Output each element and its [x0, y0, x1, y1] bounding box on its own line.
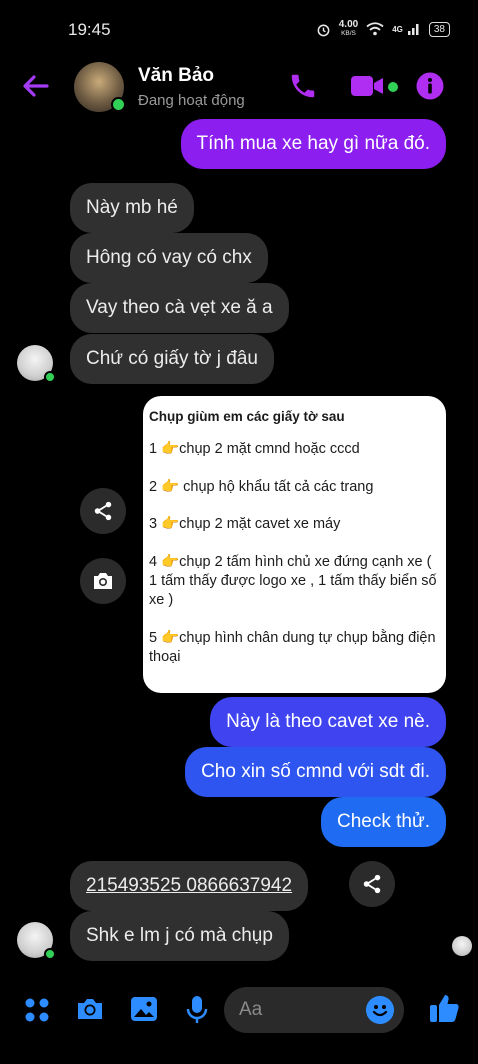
camera-icon: [78, 999, 102, 1019]
phone-icon: [291, 74, 315, 98]
info-icon: [416, 72, 444, 100]
video-online-dot: [388, 82, 398, 92]
message-bubble[interactable]: Này là theo cavet xe nè.: [210, 697, 446, 747]
message-bubble[interactable]: Này mb hé: [70, 183, 194, 233]
gallery-button[interactable]: [130, 996, 158, 1027]
online-indicator: [111, 97, 126, 112]
share-button[interactable]: [80, 488, 126, 534]
video-call-button[interactable]: [350, 73, 386, 104]
avatar[interactable]: [74, 62, 126, 112]
status-time: 19:45: [68, 20, 111, 39]
network-type: 4G: [392, 24, 403, 34]
back-arrow-icon: [23, 75, 49, 97]
signal-icon: [407, 24, 419, 35]
message-bubble[interactable]: Shk e lm j có mà chụp: [70, 911, 289, 961]
attachment-line: 1 👉chụp 2 mặt cmnd hoặc cccd: [149, 441, 360, 457]
seen-receipt-avatar: [452, 936, 472, 956]
like-button[interactable]: [428, 992, 460, 1029]
share-button[interactable]: [349, 861, 395, 907]
voice-button[interactable]: [186, 995, 208, 1030]
call-button[interactable]: [288, 70, 318, 107]
network-speed: 4.00 KB/S: [339, 20, 358, 38]
share-icon: [94, 501, 112, 521]
attachment-line: 4 👉chụp 2 tấm hình chủ xe đứng cạnh xe (…: [149, 554, 437, 608]
attachment-line: 3 👉chụp 2 mặt cavet xe máy: [149, 516, 341, 532]
message-input[interactable]: Aa: [224, 987, 404, 1033]
contact-status: Đang hoạt động: [138, 92, 245, 109]
message-bubble[interactable]: Vay theo cà vẹt xe ă a: [70, 283, 289, 333]
attachment-title: Chụp giùm em các giấy tờ sau: [149, 409, 345, 424]
apps-button[interactable]: [24, 997, 50, 1028]
message-bubble[interactable]: 215493525 0866637942: [70, 861, 309, 911]
apps-icon: [25, 998, 49, 1022]
message-bubble[interactable]: Chứ có giấy tờ j đâu: [70, 334, 274, 384]
contact-avatar-small[interactable]: [17, 922, 56, 960]
attachment-line: 5 👉chụp hình chân dung tự chụp bằng điện…: [149, 630, 436, 665]
message-bubble[interactable]: Tính mua xe hay gì nữa đó.: [180, 119, 446, 169]
status-icons: 4.00 KB/S 4G 38: [316, 20, 450, 38]
wifi-icon: [366, 22, 384, 36]
image-attachment[interactable]: Chụp giùm em các giấy tờ sau 1 👉chụp 2 m…: [143, 396, 446, 693]
network-speed-value: 4.00: [338, 19, 359, 30]
network-speed-unit: KB/S: [341, 30, 356, 37]
emoji-icon[interactable]: [366, 996, 394, 1024]
camera-button[interactable]: [75, 996, 105, 1027]
info-button[interactable]: [416, 72, 444, 105]
microphone-icon: [186, 996, 208, 1023]
gallery-icon: [131, 997, 157, 1021]
video-camera-icon: [351, 76, 383, 96]
save-image-button[interactable]: [80, 558, 126, 604]
attachment-line: 2 👉 chụp hộ khẩu tất cả các trang: [149, 479, 374, 495]
message-input-placeholder: Aa: [239, 999, 263, 1020]
online-indicator: [44, 948, 56, 960]
online-indicator: [44, 371, 56, 383]
contact-avatar-small[interactable]: [17, 345, 56, 383]
message-bubble[interactable]: Check thử.: [321, 797, 446, 847]
share-icon: [363, 874, 381, 894]
camera-icon: [94, 573, 112, 589]
message-bubble[interactable]: Hông có vay có chx: [70, 233, 268, 283]
alarm-icon: [317, 24, 330, 36]
battery-level: 38: [428, 21, 450, 37]
back-button[interactable]: [20, 70, 52, 107]
message-bubble[interactable]: Cho xin số cmnd với sdt đi.: [185, 747, 446, 797]
contact-name[interactable]: Văn Bảo: [138, 65, 214, 87]
thumbs-up-icon: [430, 995, 459, 1022]
